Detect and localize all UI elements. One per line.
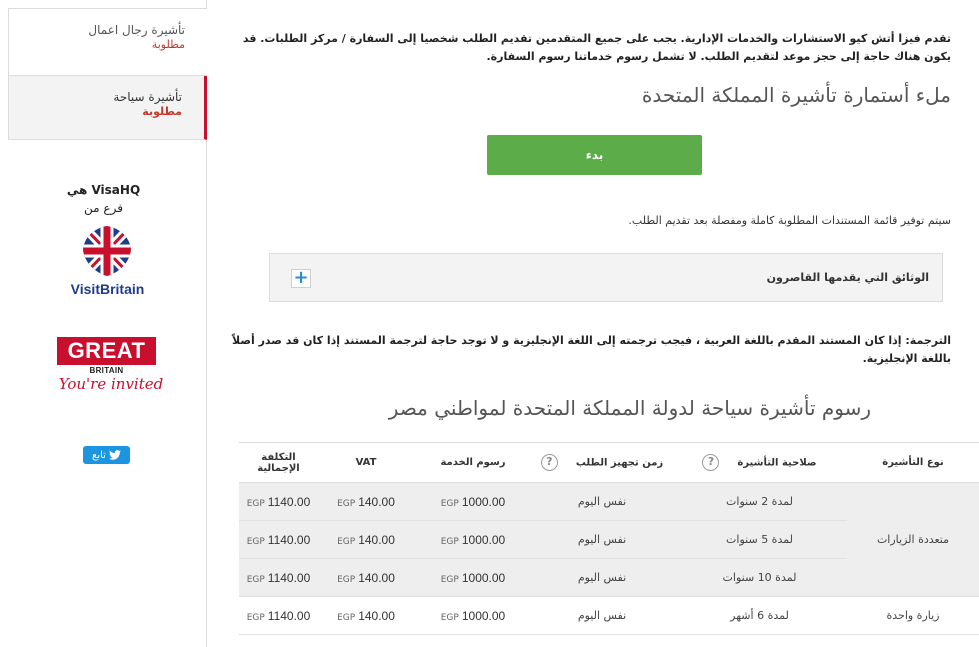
sidebar-item-business-visa[interactable]: تأشيرة رجال اعمال مطلوبة xyxy=(8,8,207,76)
header-visa-type: نوع التأشيرة xyxy=(847,442,979,483)
total-cell: EGP 1140.00 xyxy=(239,596,318,635)
header-validity: صلاحية التأشيرة? xyxy=(672,442,847,483)
fees-heading: رسوم تأشيرة سياحة لدولة المملكة المتحدة … xyxy=(388,396,871,420)
accordion-label: الوثائق التي يقدمها القاصرون xyxy=(766,271,929,284)
twitter-bird-icon xyxy=(108,450,121,460)
question-icon[interactable]: ? xyxy=(540,454,558,471)
header-total: التكلفة الإجمالية xyxy=(239,442,318,483)
validity-cell: لمدة 5 سنوات xyxy=(672,520,847,559)
twitter-follow-button[interactable]: تابع xyxy=(83,446,130,464)
brand-text-line2: فرع من xyxy=(84,201,123,215)
service-fee-cell: EGP 1000.00 xyxy=(414,558,532,597)
vat-cell: EGP 140.00 xyxy=(318,520,414,559)
vat-cell: EGP 140.00 xyxy=(318,558,414,597)
validity-cell: لمدة 6 أشهر xyxy=(672,596,847,635)
validity-cell: لمدة 10 سنوات xyxy=(672,558,847,597)
twitter-follow-label: تابع xyxy=(92,449,106,461)
visitbritain-logo[interactable]: VisitBritain xyxy=(0,281,215,297)
table-header-row: نوع التأشيرة صلاحية التأشيرة? زمن تجهيز … xyxy=(239,442,979,483)
question-icon[interactable]: ? xyxy=(702,454,720,471)
translation-note: الترجمة: إذا كان المستند المقدم باللغة ا… xyxy=(232,334,951,365)
header-service-fee: رسوم الخدمة xyxy=(414,442,532,483)
header-processing: زمن تجهيز الطلب? xyxy=(532,442,672,483)
start-button[interactable]: بدء xyxy=(487,135,702,175)
visa-type-cell: زيارة واحدة xyxy=(847,596,979,635)
total-cell: EGP 1140.00 xyxy=(239,482,318,521)
table-row: متعددة الزيارات لمدة 2 سنوات نفس اليوم E… xyxy=(239,482,979,597)
validity-cell: لمدة 2 سنوات xyxy=(672,482,847,521)
plus-icon[interactable]: + xyxy=(291,269,311,288)
header-vat: VAT xyxy=(318,442,414,483)
visa-type-cell: متعددة الزيارات xyxy=(847,482,979,597)
sidebar-item-tourist-visa[interactable]: تأشيرة سياحة مطلوبة xyxy=(8,76,207,140)
great-britain-tagline: You're invited xyxy=(58,375,164,393)
form-heading: ملء أستمارة تأشيرة المملكة المتحدة xyxy=(641,83,951,107)
documents-info-text: سيتم توفير قائمة المستندات المطلوبة كامل… xyxy=(628,214,951,227)
vat-cell: EGP 140.00 xyxy=(318,482,414,521)
sidebar-item-title: تأشيرة رجال اعمال xyxy=(88,23,185,37)
processing-cell: نفس اليوم xyxy=(532,596,672,635)
fees-table: نوع التأشيرة صلاحية التأشيرة? زمن تجهيز … xyxy=(239,442,979,635)
brand-text-line1: VisaHQ هي xyxy=(66,183,141,197)
processing-cell: نفس اليوم xyxy=(532,482,672,521)
great-britain-logo[interactable]: GREAT xyxy=(57,337,156,365)
main-content: تقدم فيزا أتش كيو الاستشارات والخدمات ال… xyxy=(207,0,979,647)
sidebar: تأشيرة رجال اعمال مطلوبة تأشيرة سياحة مط… xyxy=(0,0,207,647)
sidebar-item-status: مطلوبة xyxy=(151,38,185,51)
notice-text: تقدم فيزا أتش كيو الاستشارات والخدمات ال… xyxy=(242,32,951,63)
service-fee-cell: EGP 1000.00 xyxy=(414,482,532,521)
vat-cell: EGP 140.00 xyxy=(318,596,414,635)
processing-cell: نفس اليوم xyxy=(532,520,672,559)
sidebar-item-title: تأشيرة سياحة xyxy=(113,90,182,104)
union-jack-icon xyxy=(83,226,131,276)
processing-cell: نفس اليوم xyxy=(532,558,672,597)
service-fee-cell: EGP 1000.00 xyxy=(414,520,532,559)
sidebar-item-status: مطلوبة xyxy=(142,105,182,118)
table-row: زيارة واحدة لمدة 6 أشهر نفس اليوم EGP 100… xyxy=(239,596,979,635)
total-cell: EGP 1140.00 xyxy=(239,520,318,559)
total-cell: EGP 1140.00 xyxy=(239,558,318,597)
great-britain-subtitle: BRITAIN xyxy=(89,366,124,375)
service-fee-cell: EGP 1000.00 xyxy=(414,596,532,635)
minors-documents-accordion[interactable]: الوثائق التي يقدمها القاصرون + xyxy=(269,253,943,302)
